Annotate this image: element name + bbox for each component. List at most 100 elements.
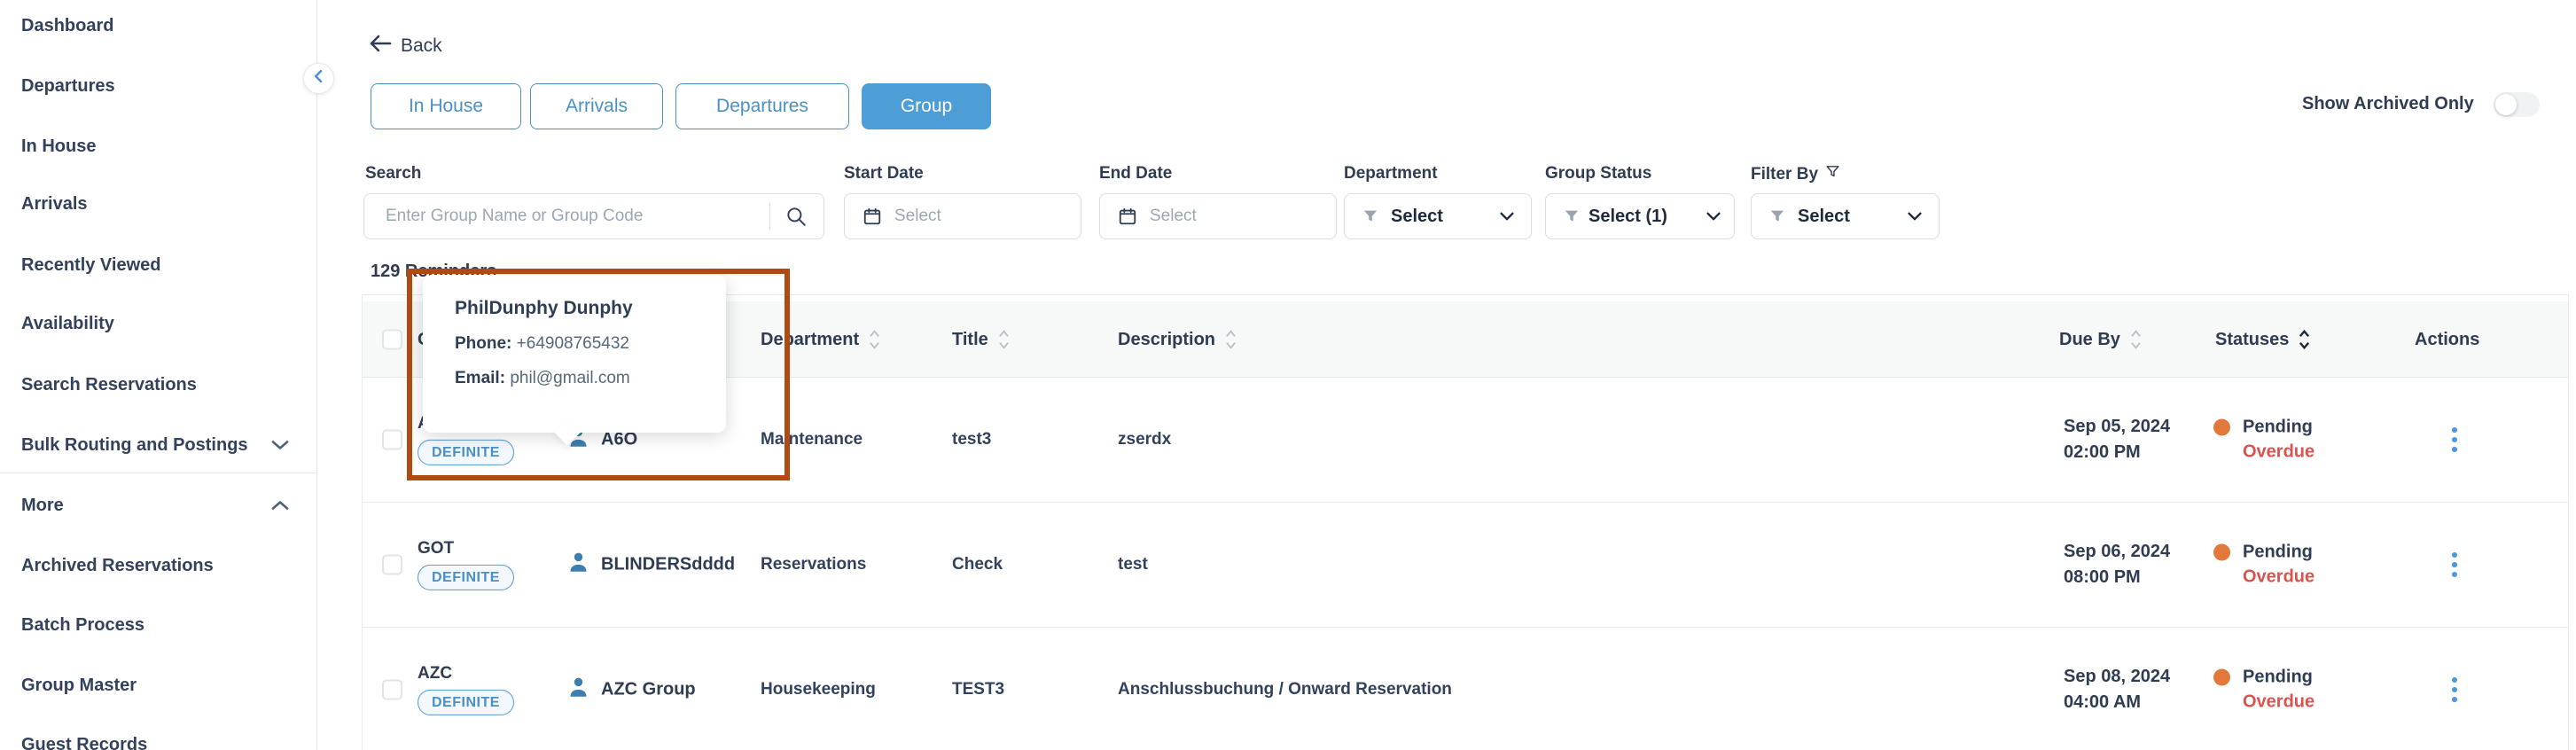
row-actions-kebab-icon[interactable] <box>2439 672 2471 707</box>
chevron-down-icon <box>269 434 291 456</box>
column-header-description[interactable]: Description <box>1118 301 1237 378</box>
sidebar-item-departures[interactable]: Departures <box>0 73 317 99</box>
sidebar-item-recently-viewed[interactable]: Recently Viewed <box>0 252 317 278</box>
sidebar-item-batch-process[interactable]: Batch Process <box>0 612 317 638</box>
sidebar-item-group-master[interactable]: Group Master <box>0 672 317 699</box>
chevron-down-icon <box>1905 207 1924 226</box>
status-badge: DEFINITE <box>418 565 514 590</box>
description-cell: zserdx <box>1118 430 1171 449</box>
sidebar-collapse-button[interactable] <box>303 63 334 94</box>
start-date-picker[interactable]: Select <box>844 193 1081 239</box>
row-checkbox[interactable] <box>382 555 402 575</box>
funnel-outline-icon <box>1825 164 1840 184</box>
tooltip-phone: Phone: +64908765432 <box>455 334 708 354</box>
sidebar-item-in-house[interactable]: In House <box>0 133 317 160</box>
funnel-icon <box>1769 208 1785 224</box>
group-name-cell[interactable]: AZC Group <box>566 676 696 705</box>
tab-departures[interactable]: Departures <box>675 83 849 129</box>
start-date-label: Start Date <box>844 164 924 184</box>
pending-dot-icon <box>2213 419 2230 436</box>
department-cell: Maintenance <box>761 430 863 449</box>
person-icon[interactable] <box>566 551 590 580</box>
pending-dot-icon <box>2213 544 2230 561</box>
chevron-down-icon <box>1704 207 1723 226</box>
calendar-icon <box>863 207 882 226</box>
row-checkbox[interactable] <box>382 680 402 700</box>
toggle-knob <box>2495 94 2517 115</box>
pending-dot-icon <box>2213 669 2230 686</box>
due-by-cell: Sep 08, 2024 04:00 AM <box>2064 667 2170 713</box>
row-checkbox[interactable] <box>382 430 402 450</box>
tab-group[interactable]: Group <box>862 83 991 129</box>
status-badge: DEFINITE <box>418 440 514 465</box>
title-cell: test3 <box>952 430 991 449</box>
due-by-cell: Sep 05, 2024 02:00 PM <box>2064 417 2170 463</box>
sidebar-item-archived-reservations[interactable]: Archived Reservations <box>0 552 317 579</box>
sort-icon <box>1224 328 1237 351</box>
end-date-picker[interactable]: Select <box>1099 193 1337 239</box>
person-icon[interactable] <box>566 676 590 705</box>
department-select[interactable]: Select <box>1344 193 1532 239</box>
department-cell: Reservations <box>761 555 866 574</box>
select-all-checkbox[interactable] <box>382 330 402 350</box>
sidebar-item-more[interactable]: More <box>0 492 317 519</box>
tooltip-contact-name: PhilDunphy Dunphy <box>455 298 708 319</box>
group-status-value: Select (1) <box>1589 207 1667 227</box>
department-cell: Housekeeping <box>761 680 876 699</box>
back-label: Back <box>401 35 442 57</box>
department-label: Department <box>1344 164 1438 184</box>
row-actions-kebab-icon[interactable] <box>2439 422 2471 457</box>
sort-icon-active <box>2298 328 2311 351</box>
sort-icon <box>868 328 881 351</box>
filter-by-select[interactable]: Select <box>1751 193 1940 239</box>
tooltip-email: Email: phil@gmail.com <box>455 369 708 388</box>
show-archived-toggle[interactable] <box>2494 92 2540 117</box>
table-row: AZC DEFINITE AZC Group Housekeeping TEST… <box>363 628 2568 750</box>
group-name-cell[interactable]: BLINDERSdddd <box>566 551 735 580</box>
filter-by-label: Filter By <box>1751 164 1840 184</box>
funnel-icon <box>1564 208 1580 224</box>
description-cell: Anschlussbuchung / Onward Reservation <box>1118 680 1452 699</box>
statuses-cell: Pending Overdue <box>2213 668 2314 713</box>
chevron-down-icon <box>1497 207 1517 226</box>
overdue-label: Overdue <box>2243 567 2314 588</box>
overdue-label: Overdue <box>2243 442 2314 463</box>
sidebar: Dashboard Departures In House Arrivals R… <box>0 0 317 750</box>
column-header-title[interactable]: Title <box>952 301 1011 378</box>
tab-arrivals[interactable]: Arrivals <box>530 83 663 129</box>
end-date-value: Select <box>1150 207 1197 226</box>
column-header-statuses[interactable]: Statuses <box>2215 301 2311 378</box>
group-status-select[interactable]: Select (1) <box>1545 193 1735 239</box>
search-field[interactable] <box>363 193 824 239</box>
search-icon[interactable] <box>770 205 824 228</box>
sidebar-item-guest-records[interactable]: Guest Records <box>0 731 317 750</box>
sidebar-item-availability[interactable]: Availability <box>0 310 317 337</box>
chevron-left-icon <box>310 67 328 90</box>
status-badge: DEFINITE <box>418 690 514 715</box>
back-arrow-icon <box>369 34 392 59</box>
show-archived-only-label: Show Archived Only <box>2302 94 2474 114</box>
search-input[interactable] <box>364 207 769 226</box>
row-actions-kebab-icon[interactable] <box>2439 547 2471 582</box>
statuses-cell: Pending Overdue <box>2213 418 2314 463</box>
tab-in-house[interactable]: In House <box>371 83 521 129</box>
group-reservations-page: Dashboard Departures In House Arrivals R… <box>0 0 2576 750</box>
back-button[interactable]: Back <box>369 34 442 59</box>
title-cell: Check <box>952 555 1003 574</box>
sidebar-item-search-reservations[interactable]: Search Reservations <box>0 371 317 398</box>
column-header-due-by[interactable]: Due By <box>2059 301 2143 378</box>
description-cell: test <box>1118 555 1148 574</box>
group-status-label: Group Status <box>1545 164 1651 184</box>
overdue-label: Overdue <box>2243 692 2314 713</box>
sort-icon <box>997 328 1011 351</box>
sidebar-item-bulk-routing[interactable]: Bulk Routing and Postings <box>0 432 317 458</box>
column-header-department[interactable]: Department <box>761 301 881 378</box>
sidebar-item-arrivals[interactable]: Arrivals <box>0 191 317 217</box>
contact-tooltip: PhilDunphy Dunphy Phone: +64908765432 Em… <box>423 275 726 433</box>
group-code-cell: AZC DEFINITE <box>418 664 514 715</box>
sidebar-item-dashboard[interactable]: Dashboard <box>0 12 317 39</box>
funnel-icon <box>1362 208 1378 224</box>
sort-icon <box>2129 328 2143 351</box>
calendar-icon <box>1118 207 1137 226</box>
table-row: GOT DEFINITE BLINDERSdddd Reservations C… <box>363 503 2568 628</box>
